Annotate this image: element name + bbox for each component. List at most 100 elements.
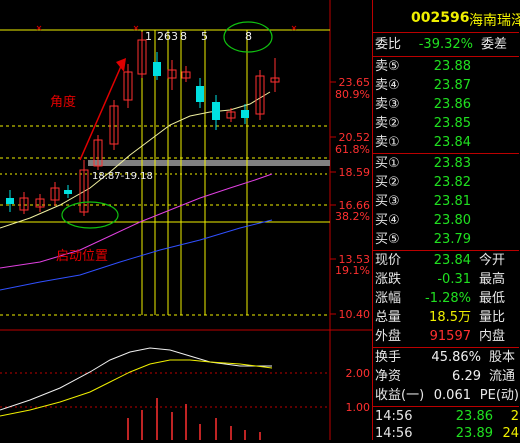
tick-time: 14:56 <box>375 426 413 441</box>
stat-row-outer: 外盘 91597 内盘 <box>375 328 519 346</box>
tick-price: 23.89 <box>455 426 493 441</box>
stat2-label-2: PE(动) <box>479 388 519 403</box>
buy-row-4[interactable]: 买④ 23.80 <box>375 212 471 230</box>
sell-label: 卖③ <box>375 97 400 112</box>
sell-row-2[interactable]: 卖② 23.85 <box>375 115 471 133</box>
stat2-value: 45.86% <box>431 350 481 365</box>
stat-row-volume: 总量 18.5万 量比 <box>375 309 519 327</box>
quote-panel: 002596 海南瑞泽 委比 -39.32% 委差 卖⑤ 23.88 卖④ 23… <box>372 0 520 443</box>
stat-row-pct: 涨幅 -1.28% 最低 <box>375 290 519 308</box>
sell-price: 23.87 <box>433 78 471 93</box>
buy-price: 23.83 <box>433 156 471 171</box>
kline-chart[interactable]: 1 26 3 8 5 8 18.87-19.18 角度 启动位置 23.65 8… <box>0 0 372 440</box>
separator <box>373 32 519 33</box>
buy-row-5[interactable]: 买⑤ 23.79 <box>375 231 471 249</box>
annotation-start: 启动位置 <box>56 249 108 264</box>
sell-row-4[interactable]: 卖④ 23.87 <box>375 77 471 95</box>
tick-volume: 24 <box>502 426 519 441</box>
stat-value: 18.5万 <box>429 310 471 325</box>
stat2-row-turnover: 换手 45.86% 股本 <box>375 349 519 367</box>
stat2-row-netasset: 净资 6.29 流通 <box>375 368 519 386</box>
stat-value: 91597 <box>429 329 471 344</box>
sell-row-3[interactable]: 卖③ 23.86 <box>375 96 471 114</box>
weibi-value: -39.32% <box>418 37 473 52</box>
stat-label: 涨跌 <box>375 272 402 287</box>
buy-row-3[interactable]: 买③ 23.81 <box>375 193 471 211</box>
buy-price: 23.79 <box>433 232 471 247</box>
tick-time: 14:56 <box>375 409 413 424</box>
sell-label: 卖④ <box>375 78 400 93</box>
stat2-label-2: 股本 <box>488 350 515 365</box>
buy-label: 买⑤ <box>375 232 400 247</box>
sell-label: 卖① <box>375 135 400 150</box>
axis-label-10: 10.40 <box>339 308 371 321</box>
weibi-row: 委比 -39.32% 委差 <box>375 36 507 54</box>
buy-label: 买① <box>375 156 400 171</box>
stat2-label: 换手 <box>375 350 402 365</box>
osc-axis-label-1: 2.00 <box>346 367 371 380</box>
buy-price: 23.82 <box>433 175 471 190</box>
stat-label: 涨幅 <box>375 291 402 306</box>
stat-label: 外盘 <box>375 329 402 344</box>
buy-row-1[interactable]: 买① 23.83 <box>375 155 471 173</box>
osc-line-yellow <box>0 359 273 417</box>
separator <box>373 347 519 348</box>
sell-row-5[interactable]: 卖⑤ 23.88 <box>375 58 471 76</box>
weibi-label: 委比 <box>375 37 402 52</box>
bar-label-4: 8 <box>180 30 187 43</box>
buy-label: 买③ <box>375 194 400 209</box>
tick-row-2: 14:56 23.89 24 <box>375 425 519 443</box>
axis-label-9: 19.1% <box>335 264 370 277</box>
stock-name: 海南瑞泽 <box>469 13 520 29</box>
stat2-value: 6.29 <box>452 369 481 384</box>
sell-price: 23.88 <box>433 59 471 74</box>
axis-label-4: 61.8% <box>335 143 370 156</box>
bar-label-5: 5 <box>201 30 208 43</box>
separator <box>373 56 519 57</box>
stat-value: -0.31 <box>437 272 471 287</box>
separator <box>373 406 519 407</box>
tick-volume: 2 <box>510 409 519 424</box>
buy-price: 23.81 <box>433 194 471 209</box>
tick-price: 23.86 <box>455 409 493 424</box>
stat-label-2: 今开 <box>478 253 505 268</box>
buy-row-2[interactable]: 买② 23.82 <box>375 174 471 192</box>
bar-label-6: 8 <box>245 30 252 43</box>
osc-line-white <box>0 347 272 411</box>
sell-label: 卖⑤ <box>375 59 400 74</box>
stat-value: -1.28% <box>425 291 471 306</box>
bar-label-2: 26 <box>157 30 171 43</box>
sell-price: 23.84 <box>433 135 471 150</box>
stat-label-2: 最高 <box>478 272 505 287</box>
annotation-angle: 角度 <box>50 94 76 110</box>
stat2-label-2: 流通 <box>488 369 515 384</box>
axis-label-7: 38.2% <box>335 210 370 223</box>
stat-label: 现价 <box>375 253 402 268</box>
stat-label-2: 内盘 <box>478 329 505 344</box>
stat2-label: 净资 <box>375 369 402 384</box>
stat2-row-eps: 收益(一) 0.061 PE(动) <box>375 387 519 405</box>
oscillator-panel: 2.00 1.00 <box>0 347 371 440</box>
sell-row-1[interactable]: 卖① 23.84 <box>375 134 471 152</box>
tick-row-1: 14:56 23.86 2 <box>375 408 519 426</box>
stat-label: 总量 <box>375 310 402 325</box>
weicha-label: 委差 <box>480 37 507 52</box>
sell-price: 23.86 <box>433 97 471 112</box>
sell-label: 卖② <box>375 116 400 131</box>
stat-value: 23.84 <box>433 253 471 268</box>
stat-label-2: 量比 <box>478 310 505 325</box>
range-label: 18.87-19.18 <box>92 171 153 182</box>
range-band <box>88 160 330 166</box>
buy-label: 买④ <box>375 213 400 228</box>
stock-code: 002596 <box>411 10 470 26</box>
stat2-label: 收益(一) <box>375 388 425 403</box>
stat-row-change: 涨跌 -0.31 最高 <box>375 271 519 289</box>
buy-label: 买② <box>375 175 400 190</box>
separator <box>373 153 519 154</box>
stat-label-2: 最低 <box>478 291 505 306</box>
bar-label-3: 3 <box>171 30 178 43</box>
sell-price: 23.85 <box>433 116 471 131</box>
osc-axis-label-2: 1.00 <box>346 401 371 414</box>
axis-label-5: 18.59 <box>339 166 371 179</box>
stat2-value: 0.061 <box>433 388 471 403</box>
